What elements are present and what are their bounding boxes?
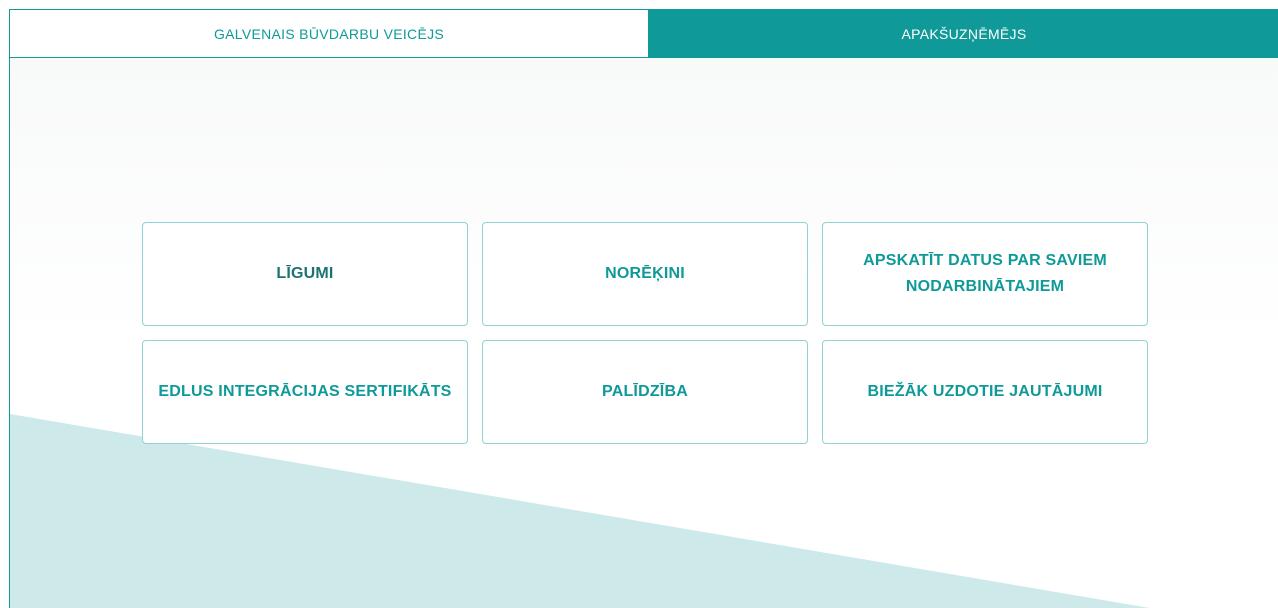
role-tab-bar: GALVENAIS BŪVDARBU VEICĒJS APAKŠUZŅĒMĒJS xyxy=(10,10,1278,58)
tile-help-label: PALĪDZĪBA xyxy=(602,383,688,400)
tile-edlus-certificate[interactable]: EDLUS INTEGRĀCIJAS SERTIFIKĀTS xyxy=(142,340,468,444)
tile-employee-data[interactable]: APSKATĪT DATUS PAR SAVIEM NODARBINĀTAJIE… xyxy=(822,222,1148,326)
tab-main-contractor[interactable]: GALVENAIS BŪVDARBU VEICĒJS xyxy=(10,10,649,57)
tab-subcontractor-label: APAKŠUZŅĒMĒJS xyxy=(901,25,1027,42)
tile-settlements-label: NORĒĶINI xyxy=(605,265,685,282)
tile-faq[interactable]: BIEŽĀK UZDOTIE JAUTĀJUMI xyxy=(822,340,1148,444)
tile-employee-data-label: APSKATĪT DATUS PAR SAVIEM NODARBINĀTAJIE… xyxy=(863,252,1107,295)
menu-tile-grid: LĪGUMI NORĒĶINI APSKATĪT DATUS PAR SAVIE… xyxy=(142,222,1148,444)
tile-edlus-certificate-label: EDLUS INTEGRĀCIJAS SERTIFIKĀTS xyxy=(158,383,452,400)
tile-help[interactable]: PALĪDZĪBA xyxy=(482,340,808,444)
tile-contracts[interactable]: LĪGUMI xyxy=(142,222,468,326)
main-panel: GALVENAIS BŪVDARBU VEICĒJS APAKŠUZŅĒMĒJS… xyxy=(9,9,1278,608)
tile-faq-label: BIEŽĀK UZDOTIE JAUTĀJUMI xyxy=(867,383,1103,400)
tile-contracts-label: LĪGUMI xyxy=(276,265,334,282)
tile-settlements[interactable]: NORĒĶINI xyxy=(482,222,808,326)
tab-main-contractor-label: GALVENAIS BŪVDARBU VEICĒJS xyxy=(213,25,445,42)
tab-subcontractor[interactable]: APAKŠUZŅĒMĒJS xyxy=(649,10,1278,57)
